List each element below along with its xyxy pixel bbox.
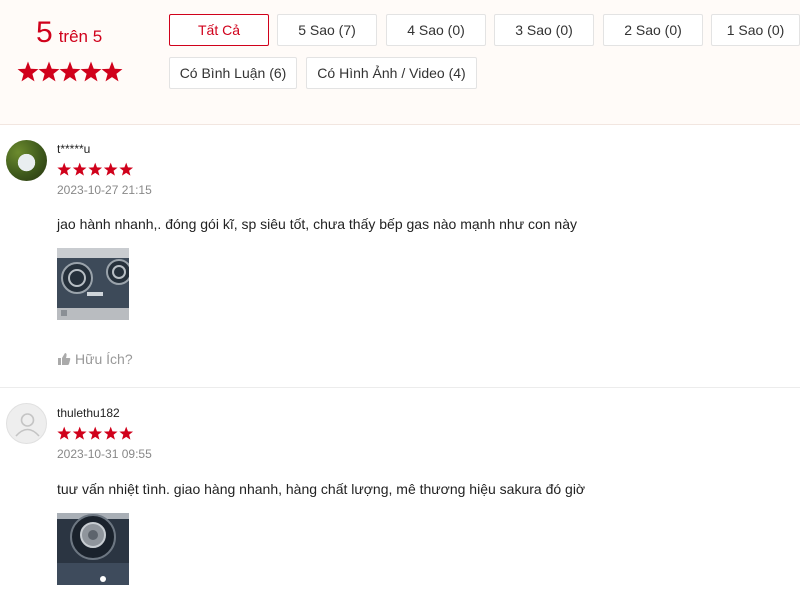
- review-date: 2023-10-31 09:55: [57, 447, 152, 461]
- thumbs-up-icon: [58, 353, 71, 365]
- default-user-avatar-icon[interactable]: [6, 403, 47, 444]
- star-icon: [72, 162, 87, 176]
- star-icon: [119, 162, 134, 176]
- star-icon: [80, 61, 102, 82]
- helpful-button[interactable]: Hữu Ích?: [57, 351, 133, 367]
- filter-2-star-button[interactable]: 2 Sao (0): [603, 14, 703, 46]
- star-icon: [88, 162, 103, 176]
- star-icon: [101, 61, 123, 82]
- helpful-label: Hữu Ích?: [75, 351, 133, 367]
- overall-stars-icon: [17, 61, 123, 82]
- review-username: thulethu182: [57, 406, 120, 420]
- filter-3-star-button[interactable]: 3 Sao (0): [494, 14, 594, 46]
- review-stars-icon: [57, 426, 134, 440]
- filter-4-star-button[interactable]: 4 Sao (0): [386, 14, 486, 46]
- review-stars-icon: [57, 162, 134, 176]
- user-photo-avatar-icon[interactable]: [6, 140, 47, 181]
- gas-stove-photo-icon[interactable]: [57, 248, 129, 320]
- star-icon: [57, 162, 72, 176]
- star-icon: [119, 426, 134, 440]
- review-date: 2023-10-27 21:15: [57, 183, 152, 197]
- filter-5-star-button[interactable]: 5 Sao (7): [277, 14, 377, 46]
- score-out-of: trên 5: [58, 27, 103, 46]
- filter-with-media-button[interactable]: Có Hình Ảnh / Video (4): [306, 57, 477, 89]
- review-item: t*****u 2023-10-27 21:15 jao hành nhanh,…: [0, 126, 800, 388]
- review-item: thulethu182 2023-10-31 09:55 tuư vấn nhi…: [0, 389, 800, 600]
- star-icon: [103, 162, 118, 176]
- score-value: 5: [36, 16, 53, 49]
- star-icon: [72, 426, 87, 440]
- filter-all-button[interactable]: Tất Cả: [169, 14, 269, 46]
- star-icon: [57, 426, 72, 440]
- review-text: tuư vấn nhiệt tình. giao hàng nhanh, hàn…: [57, 481, 586, 497]
- review-username: t*****u: [57, 142, 91, 156]
- star-icon: [17, 61, 39, 82]
- overall-score: 5 trên 5: [36, 16, 102, 50]
- review-text: jao hành nhanh,. đóng gói kĩ, sp siêu tố…: [57, 216, 577, 232]
- star-icon: [38, 61, 60, 82]
- star-icon: [59, 61, 81, 82]
- filter-1-star-button[interactable]: 1 Sao (0): [711, 14, 800, 46]
- filter-with-comment-button[interactable]: Có Bình Luận (6): [169, 57, 297, 89]
- gas-stove-burner-photo-icon[interactable]: [57, 513, 129, 585]
- rating-summary: 5 trên 5 Tất Cả 5 Sao (7) 4 Sao (0) 3 Sao…: [0, 0, 800, 125]
- star-icon: [103, 426, 118, 440]
- star-icon: [88, 426, 103, 440]
